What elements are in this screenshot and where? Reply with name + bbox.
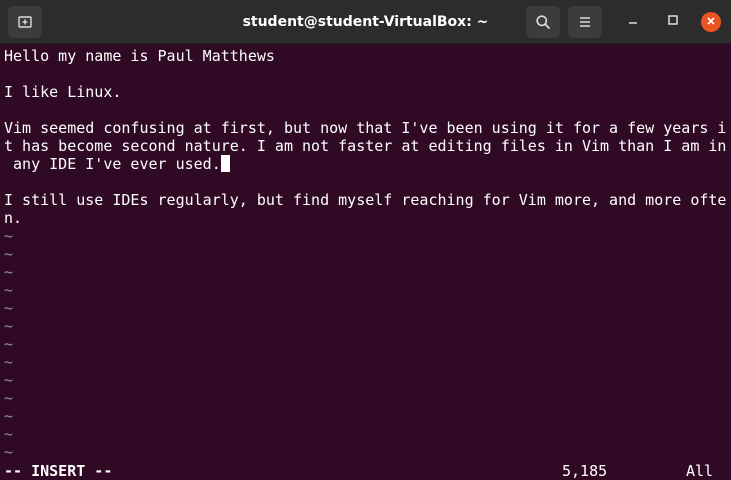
buffer-line: any IDE I've ever used. [4,155,221,173]
empty-line-marker: ~ [4,245,14,263]
buffer-line: n. [4,209,23,227]
empty-line-marker: ~ [4,353,14,371]
hamburger-menu-icon [577,14,593,30]
buffer-line: I like Linux. [4,83,122,101]
empty-line-marker: ~ [4,371,14,389]
vim-editor[interactable]: Hello my name is Paul Matthews I like Li… [0,44,731,480]
empty-line-marker: ~ [4,317,14,335]
empty-line-marker: ~ [4,335,14,353]
empty-line-marker: ~ [4,443,14,461]
empty-line-marker: ~ [4,407,14,425]
maximize-icon [667,13,679,31]
new-tab-button[interactable] [8,6,42,38]
buffer-line: Vim seemed confusing at first, but now t… [4,119,727,137]
search-icon [535,14,551,30]
minimize-button[interactable] [623,12,643,32]
titlebar[interactable]: student@student-VirtualBox: ~ [0,0,731,44]
buffer-line: t has become second nature. I am not fas… [4,137,727,155]
empty-line-marker: ~ [4,299,14,317]
empty-line-marker: ~ [4,389,14,407]
new-tab-icon [17,14,33,30]
mode-indicator: -- INSERT -- [4,462,113,480]
search-button[interactable] [526,6,560,38]
empty-line-marker: ~ [4,281,14,299]
buffer-line-with-cursor: any IDE I've ever used. [4,155,230,173]
close-button[interactable] [701,12,721,32]
buffer-line: I still use IDEs regularly, but find mys… [4,191,727,209]
maximize-button[interactable] [663,12,683,32]
window-title: student@student-VirtualBox: ~ [242,14,489,30]
terminal-window: student@student-VirtualBox: ~ Hello my n… [0,0,731,480]
empty-line-marker: ~ [4,263,14,281]
minimize-icon [627,13,639,31]
cursor-position: 5,185 [562,462,608,480]
text-cursor [220,155,230,172]
menu-button[interactable] [568,6,602,38]
close-icon [706,13,716,31]
buffer-line: Hello my name is Paul Matthews [4,47,275,65]
scroll-position: All [686,462,714,480]
empty-line-marker: ~ [4,227,14,245]
empty-line-marker: ~ [4,425,14,443]
